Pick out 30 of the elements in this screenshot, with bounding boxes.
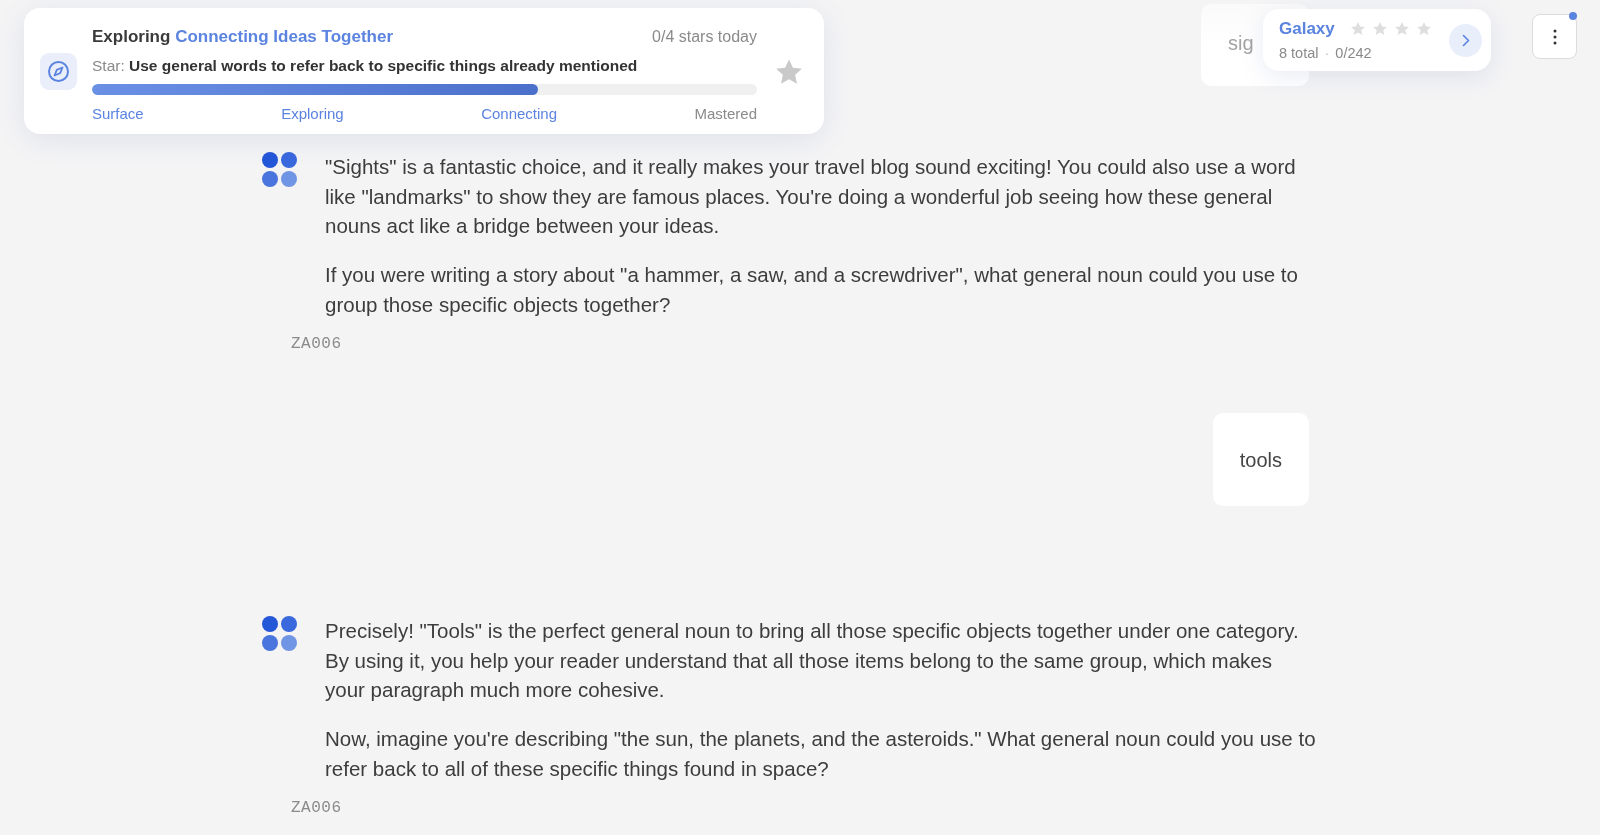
stage-label: Surface: [92, 104, 144, 124]
message-text: Precisely! "Tools" is the perfect general noun to bring all those specific objects together under one category. By using it, you help your reader understand that all those items belong to the same group, which makes your paragraph much more cohesive.: [325, 618, 1300, 703]
star-icon: [1350, 22, 1365, 35]
card-title: Exploring Connecting Ideas Together: [92, 27, 393, 47]
message-text: tools: [1239, 447, 1282, 472]
message-text: If you were writing a story about "a hammer, a saw, and a screwdriver", what general noun could you use to group those specific objects together?: [325, 262, 1299, 318]
star-icon: [1372, 22, 1387, 35]
star-icon: [1394, 22, 1409, 35]
next-button[interactable]: [1449, 23, 1482, 57]
stars-today-text: 0/4 stars today: [652, 28, 757, 46]
galaxy-title: Galaxy: [1279, 18, 1335, 39]
message-text: "Sights" is a fantastic choice, and it really makes your travel blog sound exciting! You could also use a word like "landmarks" to show they are famous places. You're doing a wonderful job seeing how these general nouns act like a bridge between your ideas.: [325, 154, 1297, 239]
stage-label: Connecting: [481, 104, 557, 124]
message-label: ZA006: [291, 798, 342, 818]
stage-label: Mastered: [694, 104, 757, 124]
star-icon: [1416, 22, 1431, 35]
message-text: Now, imagine you're describing "the sun, the planets, and the asteroids." What general noun could you use to refer back to all of these specific things found in space?: [325, 726, 1316, 782]
compass-icon: [40, 52, 77, 90]
count-text: 0/242: [1335, 43, 1372, 62]
separator-text: ·: [1324, 43, 1330, 62]
dots-logo-icon: [262, 616, 298, 652]
menu-button[interactable]: [1532, 14, 1577, 59]
total-text: 8 total: [1279, 43, 1319, 62]
more-vertical-icon: [1552, 28, 1557, 45]
stage-label: Exploring: [281, 104, 344, 124]
dots-logo-icon: [262, 152, 298, 188]
chevron-right-icon: [1461, 33, 1470, 47]
message-text: sig: [1228, 31, 1254, 55]
message-label: ZA006: [291, 334, 342, 354]
star-goal-text: Star: Use general words to refer back to specific things already mentioned: [92, 56, 639, 76]
